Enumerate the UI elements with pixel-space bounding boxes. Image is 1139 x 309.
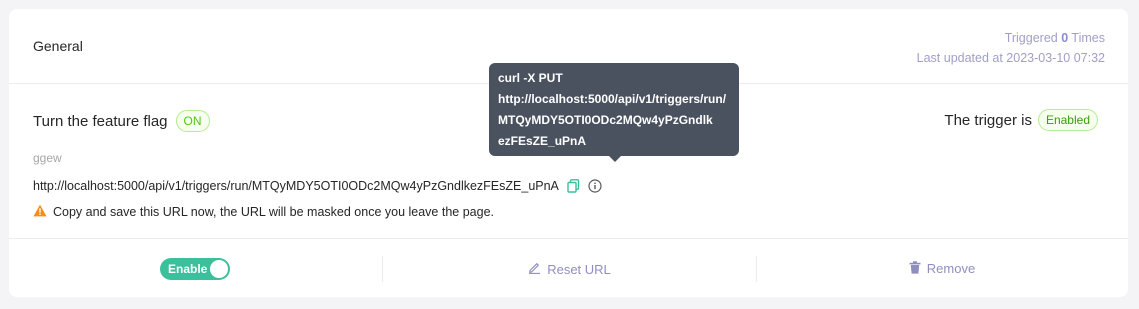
reset-url-label: Reset URL [547, 261, 611, 277]
tooltip-arrow [608, 155, 622, 162]
footer-toggle-cell: Enable [9, 239, 381, 298]
tooltip-line: http://localhost:5000/api/v1/triggers/ru… [498, 92, 727, 106]
trigger-status-label: The trigger is [944, 111, 1032, 129]
edit-icon [528, 261, 541, 277]
trigger-status-tag: Enabled [1037, 109, 1098, 131]
remove-button[interactable]: Remove [909, 260, 976, 277]
enable-toggle[interactable]: Enable [160, 257, 230, 280]
section-title: General [33, 38, 83, 54]
card-footer: Enable Reset URL Remove [9, 238, 1128, 298]
copy-icon[interactable] [567, 179, 580, 193]
warning-text: Copy and save this URL now, the URL will… [53, 205, 494, 219]
curl-tooltip: curl -X PUT http://localhost:5000/api/v1… [489, 63, 739, 156]
trigger-meta: Triggered 0 Times Last updated at 2023-0… [917, 28, 1105, 68]
url-warning: Copy and save this URL now, the URL will… [33, 204, 494, 220]
trigger-description: ggew [33, 151, 62, 165]
remove-label: Remove [926, 261, 976, 276]
triggered-suffix: Times [1071, 31, 1105, 45]
reset-url-button[interactable]: Reset URL [528, 261, 611, 277]
footer-reset-cell: Reset URL [382, 256, 757, 282]
tooltip-line: MTQyMDY5OTI0ODc2MQw4yPzGndlk [498, 113, 713, 127]
trigger-url: http://localhost:5000/api/v1/triggers/ru… [33, 179, 559, 193]
enable-toggle-label: Enable [168, 261, 208, 276]
triggered-prefix: Triggered [1004, 31, 1058, 45]
triggered-count-line: Triggered 0 Times [917, 28, 1105, 48]
toggle-knob [210, 259, 228, 278]
tooltip-line: ezFEsZE_uPnA [498, 134, 587, 148]
flag-state-tag: ON [175, 110, 210, 132]
warning-icon [33, 204, 47, 220]
triggered-count: 0 [1061, 31, 1069, 45]
trash-icon [909, 260, 921, 277]
trigger-url-line: http://localhost:5000/api/v1/triggers/ru… [33, 179, 602, 193]
last-updated: Last updated at 2023-03-10 07:32 [916, 51, 1105, 65]
footer-remove-cell: Remove [756, 239, 1128, 298]
tooltip-line: curl -X PUT [498, 71, 563, 85]
trigger-status-line: The trigger is Enabled [944, 109, 1098, 131]
feature-flag-label: Turn the feature flag [33, 112, 168, 130]
feature-flag-line: Turn the feature flag ON [33, 110, 210, 132]
info-icon[interactable] [588, 179, 602, 193]
